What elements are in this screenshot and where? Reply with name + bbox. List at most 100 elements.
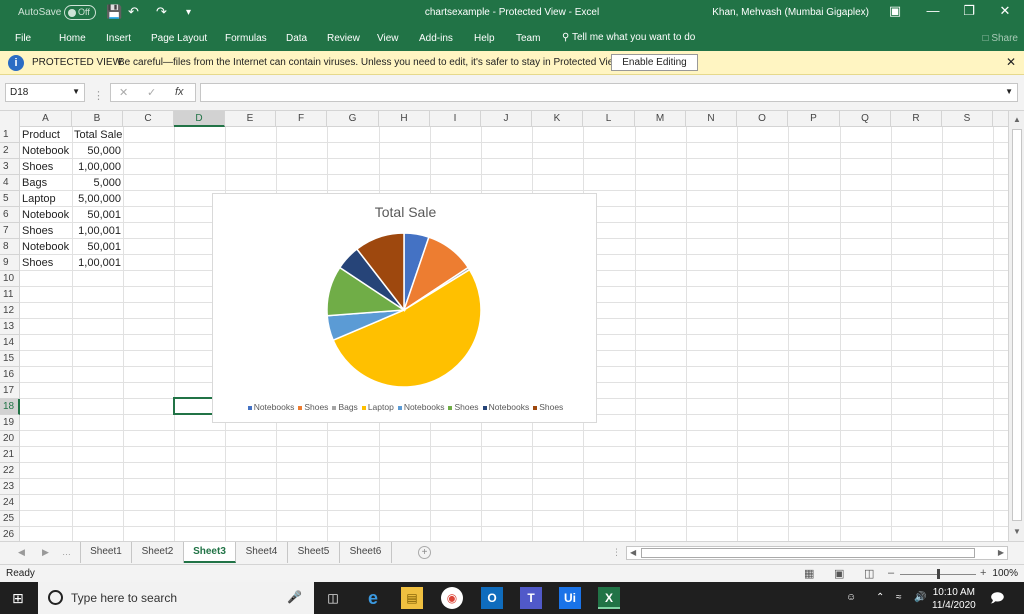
normal-view-icon[interactable]: ▦ [804,567,814,580]
taskbar-search[interactable]: Type here to search 🎤 [38,582,314,614]
column-header-k[interactable]: K [532,111,583,127]
scroll-down-icon[interactable]: ▼ [1013,527,1021,536]
cell-b3[interactable]: 1,00,000 [72,159,123,175]
zoom-level[interactable]: 100% [992,568,1018,579]
row-header[interactable]: 25 [0,511,20,527]
cell-a7[interactable]: Shoes [20,223,72,239]
clock[interactable]: 10:10 AM 11/4/2020 [932,586,976,612]
sheet-tab-sheet5[interactable]: Sheet5 [288,542,340,563]
column-header-q[interactable]: Q [840,111,891,127]
enable-editing-button[interactable]: Enable Editing [611,54,698,71]
row-header[interactable]: 11 [0,287,20,303]
close-bar-icon[interactable]: ✕ [1006,55,1016,69]
microphone-icon[interactable]: 🎤 [287,590,302,604]
cell-b1[interactable]: Total Sale [72,127,123,143]
hscrollbar-thumb[interactable] [641,548,975,558]
vertical-scrollbar[interactable]: ▲ ▼ [1008,111,1024,541]
cell-b6[interactable]: 50,001 [72,207,123,223]
column-header-m[interactable]: M [635,111,686,127]
row-header[interactable]: 22 [0,463,20,479]
column-header-l[interactable]: L [583,111,635,127]
column-header-c[interactable]: C [123,111,174,127]
row-header[interactable]: 17 [0,383,20,399]
row-header[interactable]: 18 [0,399,20,415]
row-header[interactable]: 14 [0,335,20,351]
teams-icon[interactable]: T [520,587,542,609]
row-header[interactable]: 12 [0,303,20,319]
legend-item[interactable]: Bags [332,402,358,412]
legend-item[interactable]: Shoes [533,402,563,412]
scroll-left-icon[interactable]: ◀ [18,547,25,558]
row-header[interactable]: 5 [0,191,20,207]
ribbon-display-icon[interactable]: ▣ [880,3,910,19]
chevron-down-icon[interactable]: ▼ [72,87,80,96]
expand-formula-icon[interactable]: ▼ [1005,87,1013,96]
legend-item[interactable]: Shoes [448,402,479,412]
chevron-up-icon[interactable]: ⌃ [876,592,884,603]
row-header[interactable]: 1 [0,127,20,143]
scroll-left-arrow-icon[interactable]: ◀ [630,548,636,557]
row-header[interactable]: 4 [0,175,20,191]
legend-item[interactable]: Notebooks [397,402,444,412]
column-header-a[interactable]: A [20,111,72,127]
row-header[interactable]: 13 [0,319,20,335]
tab-add-ins[interactable]: Add-ins [419,33,453,44]
row-header[interactable]: 8 [0,239,20,255]
chrome-icon[interactable]: ◉ [441,587,463,609]
row-header[interactable]: 6 [0,207,20,223]
cell-b7[interactable]: 1,00,001 [72,223,123,239]
pie-chart[interactable]: Total Sale Notebooks Shoes Bags Laptop Noteb… [212,193,597,423]
column-header-n[interactable]: N [686,111,737,127]
sheet-tab-sheet2[interactable]: Sheet2 [132,542,184,563]
cell-a4[interactable]: Bags [20,175,72,191]
volume-icon[interactable]: 🔊 [914,592,926,603]
legend-item[interactable]: Shoes [298,402,328,412]
row-header[interactable]: 24 [0,495,20,511]
zoom-out-icon[interactable]: – [888,567,894,579]
column-header-g[interactable]: G [327,111,379,127]
row-header[interactable]: 10 [0,271,20,287]
row-header[interactable]: 2 [0,143,20,159]
cell-a2[interactable]: Notebook [20,143,72,159]
tab-home[interactable]: Home [59,33,86,44]
tab-page-layout[interactable]: Page Layout [151,33,207,44]
column-header-h[interactable]: H [379,111,430,127]
start-icon[interactable]: ⊞ [12,590,24,607]
scroll-right-icon[interactable]: ▶ [42,547,49,558]
file-explorer-icon[interactable]: ▤ [401,587,423,609]
scroll-up-icon[interactable]: ▲ [1013,115,1021,124]
minimize-icon[interactable]: — [918,3,948,18]
insert-function-icon[interactable]: fx [175,86,184,98]
uipath-icon[interactable]: Ui [559,587,581,609]
cell-a5[interactable]: Laptop [20,191,72,207]
tab-team[interactable]: Team [516,33,540,44]
scrollbar-thumb[interactable] [1012,129,1022,521]
page-break-view-icon[interactable]: ◫ [864,567,874,580]
sheet-tab-sheet4[interactable]: Sheet4 [236,542,288,563]
people-icon[interactable]: ☺ [846,592,856,603]
add-sheet-icon[interactable]: + [418,546,431,559]
user-name[interactable]: Khan, Mehvash (Mumbai Gigaplex) [712,7,869,18]
row-header[interactable]: 19 [0,415,20,431]
horizontal-scrollbar[interactable]: ◀ ▶ [626,546,1008,560]
column-header-e[interactable]: E [225,111,276,127]
cell-a6[interactable]: Notebook [20,207,72,223]
cell-b2[interactable]: 50,000 [72,143,123,159]
row-header[interactable]: 21 [0,447,20,463]
legend-item[interactable]: Laptop [361,402,394,412]
cell-b5[interactable]: 5,00,000 [72,191,123,207]
row-header[interactable]: 3 [0,159,20,175]
tab-insert[interactable]: Insert [106,33,131,44]
column-header-r[interactable]: R [891,111,942,127]
row-header[interactable]: 9 [0,255,20,271]
legend-item[interactable]: Notebooks [482,402,529,412]
legend-item[interactable]: Notebooks [247,402,294,412]
scroll-right-arrow-icon[interactable]: ▶ [998,548,1004,557]
tab-data[interactable]: Data [286,33,307,44]
row-header[interactable]: 16 [0,367,20,383]
task-view-icon[interactable]: ◫ [322,587,344,609]
splitter-icon[interactable]: ⋮ [612,547,621,558]
column-header-f[interactable]: F [276,111,327,127]
worksheet-grid[interactable]: A B C D E F G H I J K L M N O P Q R S 1 … [0,111,1008,541]
row-header[interactable]: 20 [0,431,20,447]
